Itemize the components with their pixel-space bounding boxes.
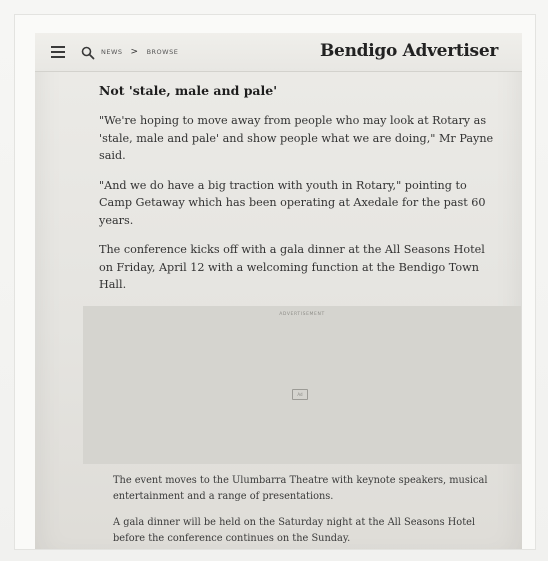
page: NEWS > BROWSE Bendigo Advertiser Not 'st…: [14, 14, 536, 550]
article-screen: NEWS > BROWSE Bendigo Advertiser Not 'st…: [35, 33, 522, 549]
article-paragraph: A gala dinner will be held on the Saturd…: [113, 517, 476, 544]
article-paragraph: "And we do have a big traction with yout…: [99, 178, 486, 227]
breadcrumb-separator: >: [130, 47, 139, 57]
search-icon[interactable]: [81, 45, 95, 60]
advertisement-label: ADVERTISEMENT: [279, 312, 325, 317]
ad-badge-icon: Ad: [292, 389, 308, 400]
top-navigation-bar: NEWS > BROWSE Bendigo Advertiser: [35, 33, 522, 72]
article-paragraph: The conference kicks off with a gala din…: [99, 243, 485, 291]
article-body-continued: The event moves to the Ulumbarra Theatre…: [113, 473, 493, 549]
breadcrumb-news[interactable]: NEWS: [101, 48, 123, 56]
article-body: Not 'stale, male and pale' "We're hoping…: [99, 83, 499, 306]
article-paragraph: The event moves to the Ulumbarra Theatre…: [113, 475, 488, 502]
advertisement-slot[interactable]: ADVERTISEMENT Ad: [83, 306, 521, 464]
hamburger-menu-icon[interactable]: [51, 46, 65, 58]
breadcrumb: NEWS > BROWSE: [101, 47, 178, 57]
article-paragraph: "We're hoping to move away from people w…: [99, 114, 494, 162]
brand-logo[interactable]: Bendigo Advertiser: [320, 41, 498, 61]
section-heading: Not 'stale, male and pale': [99, 83, 278, 98]
photo-frame: NEWS > BROWSE Bendigo Advertiser Not 'st…: [0, 0, 548, 561]
breadcrumb-browse[interactable]: BROWSE: [147, 48, 179, 56]
